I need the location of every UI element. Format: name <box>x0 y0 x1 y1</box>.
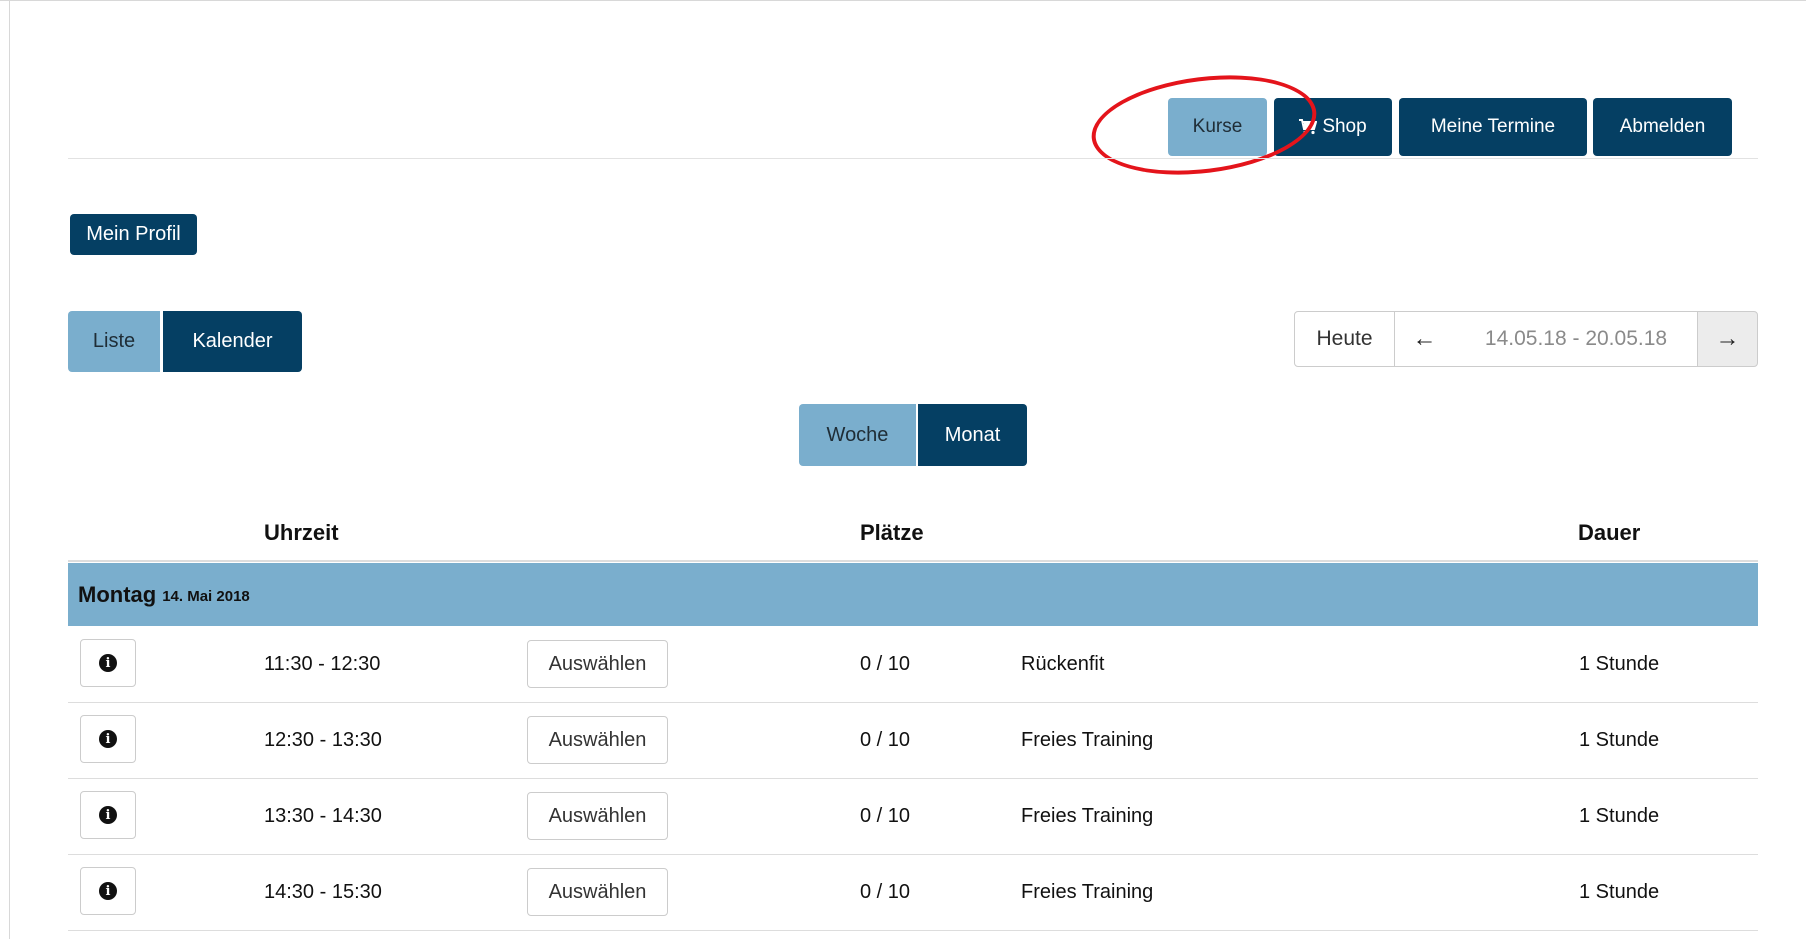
month-view-button[interactable]: Monat <box>918 404 1027 466</box>
arrow-right-icon: → <box>1715 325 1740 352</box>
column-header-time: Uhrzeit <box>264 520 339 545</box>
select-label: Auswählen <box>548 728 647 751</box>
list-view-label: Liste <box>92 330 136 352</box>
row-places: 0 / 10 <box>860 728 911 751</box>
row-duration: 1 Stunde <box>1579 804 1660 827</box>
day-header: Montag 14. Mai 2018 <box>68 563 1758 626</box>
frame-top-border <box>0 0 1806 1</box>
shop-label: Shop <box>1322 116 1367 137</box>
row-duration: 1 Stunde <box>1579 880 1660 903</box>
row-course: Rückenfit <box>1021 652 1105 675</box>
row-course: Freies Training <box>1021 804 1154 827</box>
today-button[interactable]: Heute <box>1294 311 1395 367</box>
table-header-divider <box>68 560 1758 562</box>
courses-label: Kurse <box>1192 116 1243 137</box>
calendar-view-label: Kalender <box>192 330 273 352</box>
month-view-label: Monat <box>944 423 1001 446</box>
select-button[interactable]: Auswählen <box>527 716 668 764</box>
calendar-view-button[interactable]: Kalender <box>163 311 302 372</box>
my-appointments-button[interactable]: Meine Termine <box>1399 98 1587 156</box>
table-row: i 13:30 - 14:30 Auswählen 0 / 10 Freies … <box>68 778 1758 855</box>
info-icon: i <box>99 806 117 824</box>
my-profile-button[interactable]: Mein Profil <box>70 214 197 255</box>
row-places: 0 / 10 <box>860 652 911 675</box>
today-label: Heute <box>1316 327 1373 350</box>
previous-week-button[interactable]: ← <box>1394 311 1455 367</box>
my-appointments-label: Meine Termine <box>1430 116 1556 137</box>
shop-button[interactable]: Shop <box>1274 98 1392 156</box>
list-view-button[interactable]: Liste <box>68 311 160 372</box>
column-header-places: Plätze <box>860 520 924 545</box>
row-places: 0 / 10 <box>860 880 911 903</box>
arrow-left-icon: ← <box>1412 325 1437 352</box>
select-label: Auswählen <box>548 804 647 827</box>
next-week-button[interactable]: → <box>1697 311 1758 367</box>
select-button[interactable]: Auswählen <box>527 792 668 840</box>
day-date: 14. Mai 2018 <box>162 588 250 605</box>
table-row: i 14:30 - 15:30 Auswählen 0 / 10 Freies … <box>68 854 1758 931</box>
select-button[interactable]: Auswählen <box>527 868 668 916</box>
row-time: 14:30 - 15:30 <box>264 880 382 903</box>
info-icon: i <box>99 730 117 748</box>
date-range-display: 14.05.18 - 20.05.18 <box>1454 311 1698 367</box>
column-header-duration: Dauer <box>1578 520 1641 545</box>
row-time: 12:30 - 13:30 <box>264 728 382 751</box>
select-label: Auswählen <box>548 652 647 675</box>
row-time: 11:30 - 12:30 <box>264 652 381 675</box>
info-button[interactable]: i <box>80 715 136 763</box>
select-button[interactable]: Auswählen <box>527 640 668 688</box>
select-label: Auswählen <box>548 880 647 903</box>
row-time: 13:30 - 14:30 <box>264 804 382 827</box>
row-places: 0 / 10 <box>860 804 911 827</box>
courses-button[interactable]: Kurse <box>1168 98 1267 156</box>
logout-label: Abmelden <box>1619 116 1706 137</box>
date-range-text: 14.05.18 - 20.05.18 <box>1484 327 1668 350</box>
day-name: Montag <box>78 581 157 607</box>
info-button[interactable]: i <box>80 867 136 915</box>
row-duration: 1 Stunde <box>1579 728 1660 751</box>
info-button[interactable]: i <box>80 791 136 839</box>
frame-left-border <box>9 0 10 939</box>
logout-button[interactable]: Abmelden <box>1593 98 1732 156</box>
table-row: i 11:30 - 12:30 Auswählen 0 / 10 Rückenf… <box>68 626 1758 703</box>
row-course: Freies Training <box>1021 728 1154 751</box>
row-duration: 1 Stunde <box>1579 652 1660 675</box>
info-icon: i <box>99 654 117 672</box>
header-divider <box>68 158 1758 159</box>
week-view-button[interactable]: Woche <box>799 404 916 466</box>
info-icon: i <box>99 882 117 900</box>
shopping-cart-icon <box>1299 119 1318 135</box>
week-view-label: Woche <box>826 423 889 446</box>
my-profile-label: Mein Profil <box>86 223 181 245</box>
row-course: Freies Training <box>1021 880 1154 903</box>
table-row: i 12:30 - 13:30 Auswählen 0 / 10 Freies … <box>68 702 1758 779</box>
info-button[interactable]: i <box>80 639 136 687</box>
